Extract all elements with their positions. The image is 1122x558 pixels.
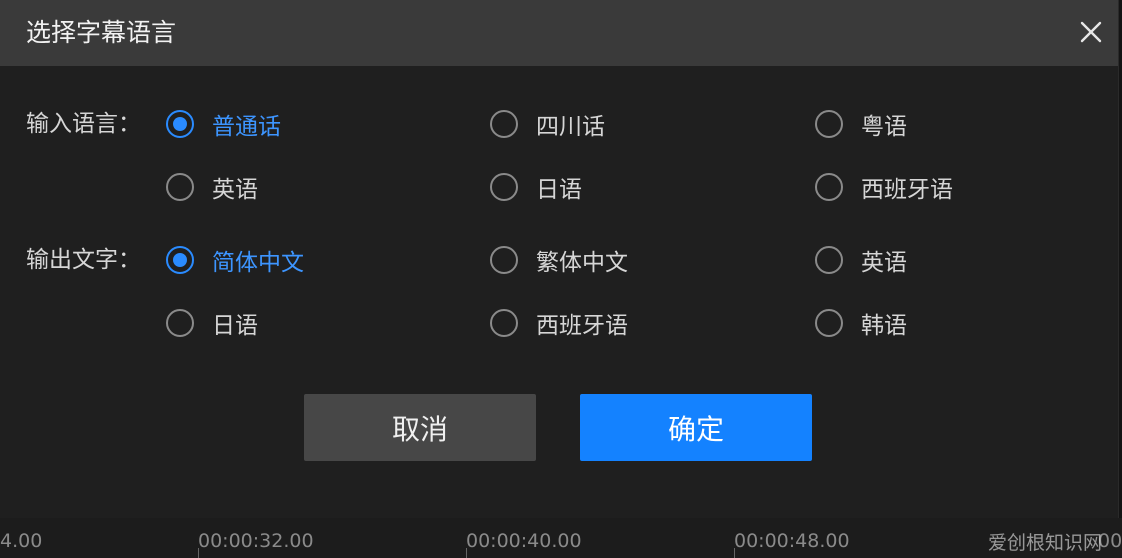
input-language-label: 输入语言：: [26, 111, 141, 137]
timeline-tick-mark: [466, 548, 467, 558]
timeline-tick-label: 00:00:48.00: [734, 530, 850, 552]
radio-unchecked-icon: [815, 110, 843, 138]
option-label: 西班牙语: [536, 313, 628, 339]
radio-input-english[interactable]: 英语: [166, 169, 258, 205]
radio-unchecked-icon: [815, 246, 843, 274]
subtitle-language-dialog: 选择字幕语言 输入语言： 普通话 四川话 粤语 英语 日语 西班牙语 输出文字：: [0, 0, 1119, 518]
radio-unchecked-icon: [815, 309, 843, 337]
radio-unchecked-icon: [490, 173, 518, 201]
timeline-tick-label: 4.00: [0, 530, 43, 552]
radio-output-simplified-chinese[interactable]: 简体中文: [166, 242, 304, 278]
option-label: 西班牙语: [861, 177, 953, 203]
radio-input-cantonese[interactable]: 粤语: [815, 106, 907, 142]
dialog-titlebar: 选择字幕语言: [0, 0, 1118, 66]
option-label: 日语: [212, 313, 258, 339]
option-label: 英语: [861, 250, 907, 276]
timeline-tick-label: 00:00:32.00: [198, 530, 314, 552]
timeline-tick-label: 00:00:40.00: [466, 530, 582, 552]
option-label: 普通话: [212, 114, 281, 140]
watermark-text: 爱创根知识网: [988, 532, 1103, 554]
timeline-tick-mark: [198, 548, 199, 558]
confirm-button[interactable]: 确定: [580, 394, 812, 461]
radio-output-traditional-chinese[interactable]: 繁体中文: [490, 242, 628, 278]
radio-output-korean[interactable]: 韩语: [815, 305, 907, 341]
radio-unchecked-icon: [815, 173, 843, 201]
radio-output-spanish[interactable]: 西班牙语: [490, 305, 628, 341]
close-icon[interactable]: [1074, 15, 1108, 49]
radio-checked-icon: [166, 110, 194, 138]
radio-unchecked-icon: [490, 110, 518, 138]
option-label: 英语: [212, 177, 258, 203]
option-label: 粤语: [861, 114, 907, 140]
radio-input-spanish[interactable]: 西班牙语: [815, 169, 953, 205]
radio-input-mandarin[interactable]: 普通话: [166, 106, 281, 142]
radio-unchecked-icon: [166, 309, 194, 337]
output-text-label: 输出文字：: [26, 247, 141, 273]
option-label: 简体中文: [212, 250, 304, 276]
radio-unchecked-icon: [166, 173, 194, 201]
radio-output-japanese[interactable]: 日语: [166, 305, 258, 341]
timeline-ruler[interactable]: 4.00 00:00:32.00 00:00:40.00 00:00:48.00…: [0, 518, 1122, 558]
dialog-title: 选择字幕语言: [26, 18, 177, 47]
radio-input-sichuanese[interactable]: 四川话: [490, 106, 605, 142]
cancel-button[interactable]: 取消: [304, 394, 536, 461]
option-label: 韩语: [861, 313, 907, 339]
radio-checked-icon: [166, 246, 194, 274]
radio-input-japanese[interactable]: 日语: [490, 169, 582, 205]
option-label: 四川话: [536, 114, 605, 140]
radio-output-english[interactable]: 英语: [815, 242, 907, 278]
option-label: 繁体中文: [536, 250, 628, 276]
option-label: 日语: [536, 177, 582, 203]
timeline-tick-mark: [734, 548, 735, 558]
radio-unchecked-icon: [490, 246, 518, 274]
radio-unchecked-icon: [490, 309, 518, 337]
